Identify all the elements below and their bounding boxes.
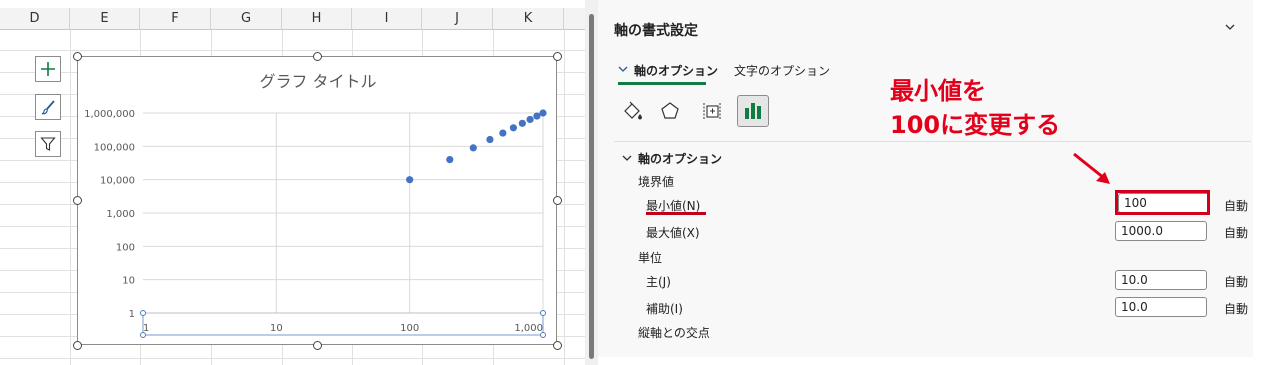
- axis-options-button[interactable]: [737, 95, 769, 127]
- tab-axis-options[interactable]: 軸のオプション: [634, 62, 718, 79]
- y-tick-label: 100: [116, 242, 135, 253]
- resize-handle-top-left[interactable]: [73, 52, 82, 61]
- annotation-arrow-icon: [1073, 152, 1110, 184]
- resize-handle-top-right[interactable]: [553, 52, 562, 61]
- fill-line-button[interactable]: [616, 95, 648, 127]
- plus-icon: [41, 62, 55, 76]
- x-tick-label: 100: [400, 323, 419, 334]
- column-header-g[interactable]: G: [211, 8, 282, 29]
- data-point[interactable]: [518, 119, 526, 127]
- minor-unit-auto-button[interactable]: 自動: [1224, 300, 1248, 317]
- resize-handle-left[interactable]: [73, 196, 82, 205]
- data-point[interactable]: [469, 144, 477, 152]
- x-tick-label: 10: [270, 323, 283, 334]
- format-axis-panel: 軸の書式設定 軸のオプション 文字のオプション 軸のオプション 境界値 最小値(…: [598, 0, 1253, 365]
- minor-unit-input[interactable]: [1115, 297, 1207, 317]
- data-point[interactable]: [406, 176, 414, 184]
- x-axis-selection-handle[interactable]: [540, 310, 546, 316]
- y-tick-label: 10: [122, 276, 135, 287]
- annotation-line-2: 100に変更する: [890, 111, 1061, 139]
- chevron-down-icon[interactable]: [622, 154, 632, 162]
- bar-chart-icon: [745, 103, 761, 119]
- chart-axes[interactable]: [140, 310, 546, 338]
- panel-bottom-edge: [598, 357, 1253, 365]
- chart-styles-button[interactable]: [35, 94, 61, 120]
- paint-bucket-icon: [624, 101, 642, 120]
- column-header-f[interactable]: F: [140, 8, 211, 29]
- resize-handle-bottom-left[interactable]: [73, 341, 82, 350]
- y-tick-label: 1: [129, 309, 135, 320]
- minimum-label-underline: [646, 212, 706, 215]
- column-header-d[interactable]: D: [0, 8, 70, 29]
- funnel-icon: [40, 137, 56, 151]
- x-tick-label: 1: [143, 323, 149, 334]
- chart-tick-labels: 1,000,000 100,000 10,000 1,000 100 10 11 10 100 1…: [84, 109, 543, 334]
- chart-filters-button[interactable]: [35, 131, 61, 157]
- section-title-axis-options[interactable]: 軸のオプション: [638, 150, 722, 167]
- maximum-auto-button[interactable]: 自動: [1224, 224, 1248, 241]
- column-header-i[interactable]: I: [352, 8, 422, 29]
- spreadsheet-area[interactable]: D E F G H I J K グラフ タイトル 1,000,000 100,0…: [0, 0, 585, 365]
- maximum-input[interactable]: [1115, 221, 1207, 241]
- minor-unit-label: 補助(I): [646, 302, 683, 316]
- data-point[interactable]: [509, 124, 518, 132]
- scatter-chart[interactable]: グラフ タイトル 1,000,000100,00010,0001,0001001…: [78, 57, 556, 344]
- x-tick-label: 1,000: [514, 323, 543, 334]
- y-tick-label: 1,000: [106, 209, 135, 220]
- size-properties-icon: [703, 103, 721, 119]
- chart-gridlines: [143, 112, 544, 313]
- maximum-label: 最大値(X): [646, 226, 700, 240]
- size-properties-button[interactable]: [696, 95, 728, 127]
- grid-line: [0, 358, 585, 359]
- data-point[interactable]: [526, 115, 534, 124]
- major-unit-input[interactable]: [1115, 270, 1207, 290]
- data-point[interactable]: [539, 109, 547, 117]
- bounds-label: 境界値: [638, 175, 675, 189]
- y-tick-label: 10,000: [100, 176, 135, 187]
- data-point[interactable]: [446, 155, 454, 164]
- vertical-axis-crosses-label: 縦軸との交点: [638, 326, 710, 340]
- units-label: 単位: [638, 251, 663, 265]
- data-point[interactable]: [533, 112, 541, 120]
- y-tick-label: 1,000,000: [84, 109, 135, 120]
- tab-text-options[interactable]: 文字のオプション: [734, 62, 830, 79]
- column-header-j[interactable]: J: [422, 8, 493, 29]
- y-tick-label: 100,000: [94, 142, 135, 153]
- pentagon-icon: [661, 102, 679, 119]
- minimum-input-highlight: [1115, 190, 1210, 215]
- chart-elements-button[interactable]: [35, 56, 61, 82]
- resize-handle-bottom[interactable]: [313, 341, 322, 350]
- minimum-auto-button[interactable]: 自動: [1224, 197, 1248, 214]
- annotation-line-1: 最小値を: [890, 77, 986, 105]
- chart-area[interactable]: グラフ タイトル 1,000,000 100,000 10,000 1,000 100 1…: [77, 56, 557, 345]
- data-point[interactable]: [499, 129, 507, 137]
- major-unit-label: 主(J): [646, 275, 671, 289]
- grid-line: [0, 50, 585, 51]
- effects-button[interactable]: [654, 95, 686, 127]
- column-header-h[interactable]: H: [282, 8, 352, 29]
- active-tab-indicator: [618, 82, 706, 85]
- vertical-scrollbar[interactable]: [589, 14, 594, 359]
- paintbrush-icon: [41, 100, 55, 115]
- chevron-down-icon[interactable]: [1225, 22, 1235, 32]
- resize-handle-bottom-right[interactable]: [553, 341, 562, 350]
- chart-title[interactable]: グラフ タイトル: [259, 72, 376, 91]
- column-header-e[interactable]: E: [70, 8, 140, 29]
- column-header-k[interactable]: K: [493, 8, 564, 29]
- chevron-down-icon: [618, 66, 628, 72]
- data-point[interactable]: [486, 135, 494, 144]
- resize-handle-right[interactable]: [553, 196, 562, 205]
- x-axis-selection[interactable]: [142, 312, 544, 336]
- major-unit-auto-button[interactable]: 自動: [1224, 273, 1248, 290]
- panel-title: 軸の書式設定: [614, 23, 698, 39]
- resize-handle-top[interactable]: [313, 52, 322, 61]
- x-axis-selection-handle[interactable]: [140, 310, 146, 316]
